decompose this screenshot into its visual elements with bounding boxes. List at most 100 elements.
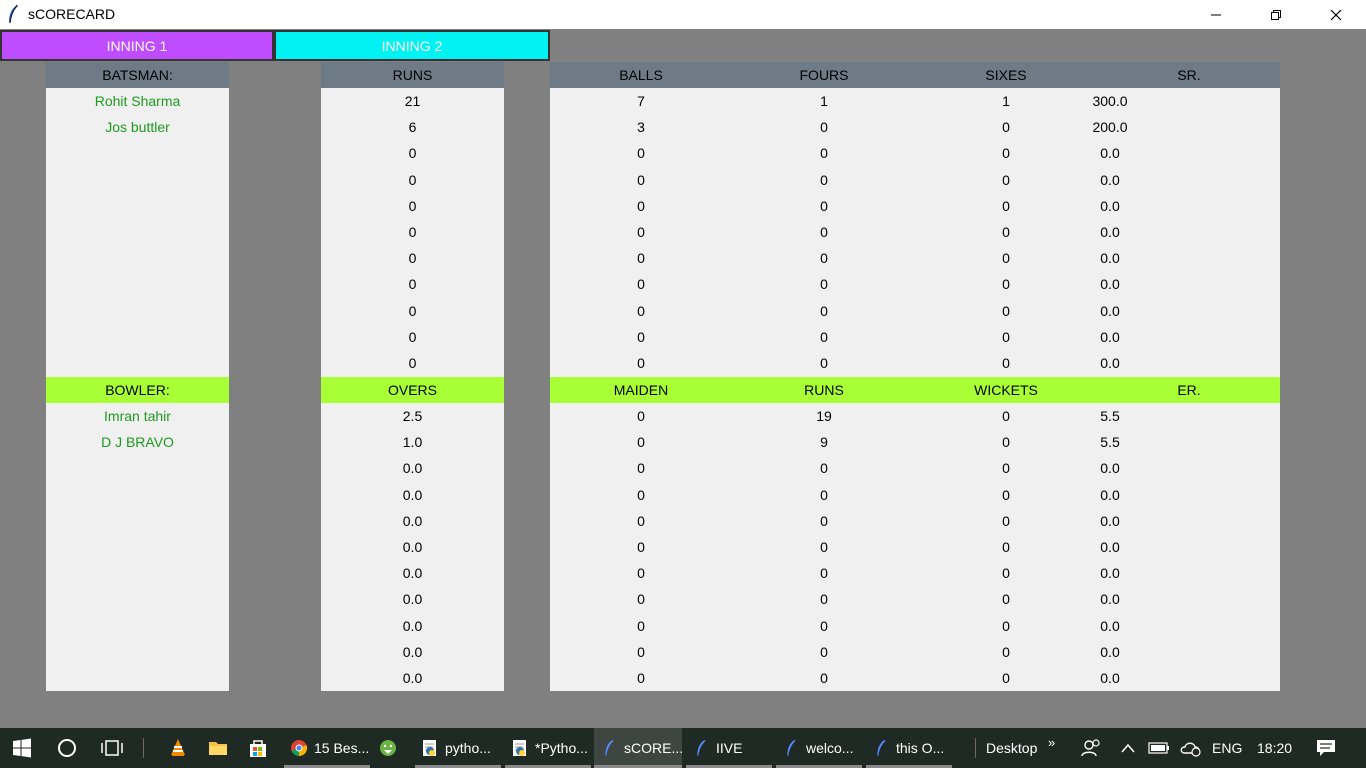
- stats-panel: BALLS FOURS SIXES SR. MAIDEN RUNS WICKET…: [550, 62, 1280, 691]
- bowler-wickets: 0: [1002, 565, 1010, 581]
- restore-button[interactable]: [1246, 0, 1306, 29]
- folder-icon: [209, 742, 227, 755]
- batsman-fours: 0: [820, 303, 828, 319]
- bowler-maiden: 0: [637, 618, 645, 634]
- bowler-runs: 0: [820, 487, 828, 503]
- batsman-sixes: 0: [1002, 303, 1010, 319]
- bowler-maiden: 0: [637, 591, 645, 607]
- show-hidden-icons-button[interactable]: [1118, 728, 1138, 768]
- task-view-button[interactable]: [90, 728, 134, 768]
- cloud-network-icon: [1180, 742, 1201, 757]
- batsman-balls: 0: [637, 329, 645, 345]
- taskbar-app-label: 15 Bes...: [314, 740, 370, 756]
- tab-inning-2[interactable]: INNING 2: [274, 30, 550, 61]
- start-button[interactable]: [0, 728, 44, 768]
- batsman-sr: 0.0: [1100, 224, 1120, 240]
- bowler-er: 0.0: [1100, 618, 1120, 634]
- bowler-name: [46, 560, 229, 586]
- store-bag-icon: [250, 740, 266, 757]
- battery-button[interactable]: [1146, 728, 1172, 768]
- batsman-balls: 7: [637, 93, 645, 109]
- runs-overs-panel: RUNS OVERS 21 6 0 0 0 0 0 0 0 0 0 2.5 1.0 0.0 0.0 0.0 0.…: [321, 62, 504, 691]
- batsman-balls: 0: [637, 224, 645, 240]
- batsman-fours: 0: [820, 172, 828, 188]
- bowler-wickets: 0: [1002, 670, 1010, 686]
- taskbar-app-label: sCORE...: [624, 740, 682, 756]
- people-button[interactable]: [1080, 728, 1102, 768]
- bowler-runs: 0: [820, 539, 828, 555]
- bowler-maiden: 0: [637, 513, 645, 529]
- bowling-header-row: OVERS: [321, 377, 504, 403]
- input-language[interactable]: ENG: [1212, 728, 1246, 768]
- toolbar-overflow[interactable]: »: [1048, 722, 1062, 762]
- batsman-name: [46, 167, 229, 193]
- bowler-maiden: 0: [637, 565, 645, 581]
- bowler-overs: 0.0: [402, 591, 423, 607]
- batsman-sr: 0.0: [1100, 276, 1120, 292]
- bowler-overs: 1.0: [402, 434, 423, 450]
- batsman-fours: 0: [820, 224, 828, 240]
- tab-inning-1[interactable]: INNING 1: [0, 30, 274, 61]
- taskbar-app[interactable]: welco...: [776, 728, 862, 768]
- bowler-name: [46, 586, 229, 612]
- search-button[interactable]: [46, 728, 88, 768]
- batsman-fours: 0: [820, 145, 828, 161]
- batsman-sixes: 1: [1002, 93, 1010, 109]
- minimize-button[interactable]: [1186, 0, 1246, 29]
- batsman-sr: 300.0: [1092, 93, 1128, 109]
- feather-icon: [697, 739, 706, 757]
- batsman-balls: 0: [637, 198, 645, 214]
- batsman-sr: 0.0: [1100, 355, 1120, 371]
- bowler-name: Imran tahir: [104, 408, 171, 424]
- batsman-runs: 0: [408, 145, 417, 161]
- bowler-runs: 0: [820, 591, 828, 607]
- bowler-er: 0.0: [1100, 539, 1120, 555]
- batsman-runs: 0: [408, 250, 417, 266]
- taskbar-app[interactable]: 15 Bes...: [284, 728, 370, 768]
- bowler-overs: 0.0: [402, 460, 423, 476]
- taskbar-app[interactable]: pytho...: [415, 728, 501, 768]
- vlc-pinned[interactable]: [160, 728, 196, 768]
- overs-header: OVERS: [387, 382, 437, 398]
- title-bar: sCORECARD: [0, 0, 1366, 29]
- batsman-name: Rohit Sharma: [94, 93, 181, 109]
- bowler-er: 0.0: [1100, 670, 1120, 686]
- taskbar: 15 Bes... pytho... *Pytho... sCORE... IIVE we…: [0, 728, 1366, 768]
- bowler-runs: 19: [816, 408, 832, 424]
- close-button[interactable]: [1306, 0, 1366, 29]
- taskbar-divider: [975, 738, 976, 758]
- bowler-overs: 0.0: [402, 487, 423, 503]
- batsman-fours: 0: [820, 119, 828, 135]
- taskbar-app[interactable]: IIVE: [686, 728, 772, 768]
- bowler-er: 0.0: [1100, 644, 1120, 660]
- network-button[interactable]: [1178, 728, 1204, 768]
- batsman-name: [46, 324, 229, 350]
- clock[interactable]: 18:20: [1257, 728, 1297, 768]
- desktop-toolbar[interactable]: Desktop: [986, 728, 1046, 768]
- batting-header-row: RUNS: [321, 62, 504, 88]
- taskbar-app[interactable]: sCORE...: [594, 728, 682, 768]
- store-pinned[interactable]: [240, 728, 276, 768]
- taskbar-app-label: this O...: [896, 740, 945, 756]
- bowler-name: [46, 613, 229, 639]
- close-icon: [1330, 9, 1342, 20]
- vlc-icon: [171, 739, 185, 756]
- batting-header-row: BALLS FOURS SIXES SR.: [550, 62, 1280, 88]
- people-icon: [1081, 739, 1100, 757]
- bowler-wickets: 0: [1002, 591, 1010, 607]
- taskbar-app[interactable]: [373, 728, 413, 768]
- action-center-button[interactable]: [1312, 728, 1340, 768]
- restore-icon: [1271, 9, 1281, 20]
- batsman-sr: 0.0: [1100, 303, 1120, 319]
- taskbar-app[interactable]: *Pytho...: [505, 728, 591, 768]
- sr-header: SR.: [1177, 67, 1201, 83]
- bowler-runs: 0: [820, 565, 828, 581]
- bowler-runs: 9: [820, 434, 828, 450]
- file-explorer-pinned[interactable]: [200, 728, 236, 768]
- cortana-circle-icon: [58, 739, 76, 757]
- bowler-runs: 0: [820, 460, 828, 476]
- fours-header: FOURS: [799, 67, 849, 83]
- taskbar-app[interactable]: this O...: [866, 728, 952, 768]
- batsman-name: [46, 193, 229, 219]
- taskbar-app-label: IIVE: [716, 740, 743, 756]
